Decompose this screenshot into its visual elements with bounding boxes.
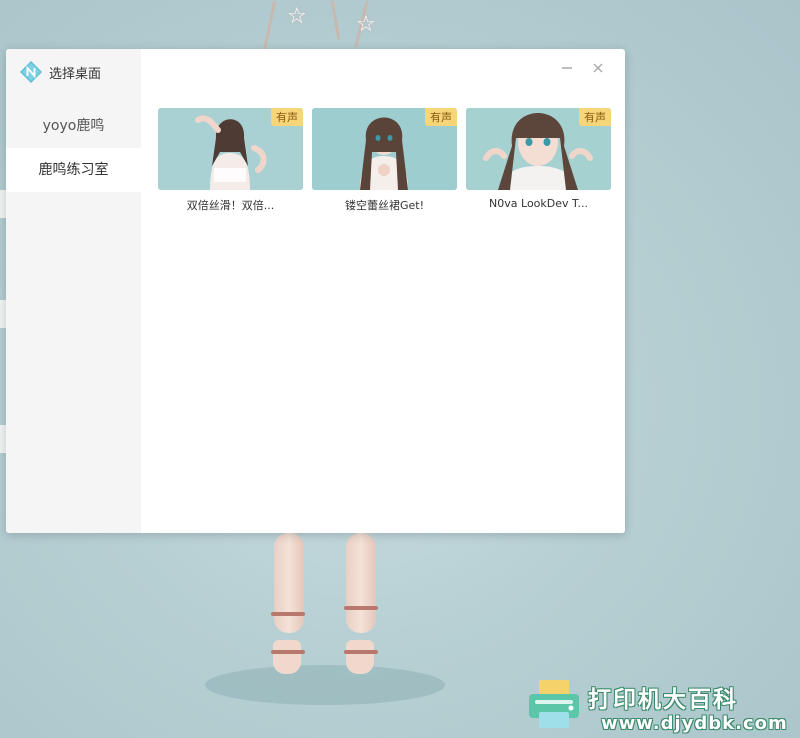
desktop-thumbnail: 有声 bbox=[466, 108, 611, 190]
desktop-card[interactable]: 有声 镂空蕾丝裙Get! bbox=[312, 108, 457, 213]
desktop-card-title: 双倍丝滑！双倍... bbox=[186, 199, 275, 212]
character-foot bbox=[346, 640, 374, 674]
sandal-strap bbox=[344, 650, 378, 654]
desktop-card-title: N0va LookDev T... bbox=[489, 197, 588, 210]
sidebar: 选择桌面 yoyo鹿鸣 鹿鸣练习室 bbox=[6, 49, 141, 533]
sandal-strap bbox=[344, 606, 378, 610]
watermark-url: www.djydbk.com bbox=[601, 713, 788, 734]
close-icon bbox=[593, 63, 603, 73]
sidebar-item-practice-room[interactable]: 鹿鸣练习室 bbox=[6, 148, 141, 192]
watermark-title: 打印机大百科 bbox=[588, 687, 738, 713]
audio-badge: 有声 bbox=[425, 108, 457, 126]
character-leg bbox=[274, 533, 304, 633]
printer-logo-icon bbox=[529, 680, 579, 728]
select-desktop-dialog: 选择桌面 yoyo鹿鸣 鹿鸣练习室 有声 双倍丝滑！双倍... 有声 镂空蕾丝裙… bbox=[6, 49, 625, 533]
minimize-button[interactable] bbox=[557, 59, 577, 79]
desktop-card-title: 镂空蕾丝裙Get! bbox=[344, 199, 424, 212]
hanging-rope bbox=[262, 0, 277, 52]
star-ornament-icon: ☆ bbox=[287, 4, 307, 29]
dialog-title: 选择桌面 bbox=[49, 66, 102, 82]
sidebar-item-label: 鹿鸣练习室 bbox=[38, 162, 109, 178]
app-logo-icon bbox=[20, 61, 42, 83]
floor-shadow bbox=[205, 665, 445, 705]
desktop-grid: 有声 双倍丝滑！双倍... 有声 镂空蕾丝裙Get! 有声 N0va LookD… bbox=[158, 108, 611, 213]
character-leg bbox=[346, 533, 376, 633]
audio-badge: 有声 bbox=[579, 108, 611, 126]
minimize-icon bbox=[562, 67, 572, 69]
sidebar-item-label: yoyo鹿鸣 bbox=[42, 118, 105, 134]
character-foot bbox=[273, 640, 301, 674]
desktop-thumbnail: 有声 bbox=[312, 108, 457, 190]
sidebar-item-yoyo-luming[interactable]: yoyo鹿鸣 bbox=[6, 104, 141, 148]
desktop-thumbnail: 有声 bbox=[158, 108, 303, 190]
hanging-rope bbox=[330, 0, 341, 40]
close-button[interactable] bbox=[588, 59, 608, 79]
sandal-strap bbox=[271, 612, 305, 616]
sandal-strap bbox=[271, 650, 305, 654]
brand: 选择桌面 bbox=[20, 61, 101, 83]
desktop-card[interactable]: 有声 N0va LookDev T... bbox=[466, 108, 611, 213]
desktop-card[interactable]: 有声 双倍丝滑！双倍... bbox=[158, 108, 303, 213]
star-ornament-icon: ☆ bbox=[356, 12, 376, 37]
audio-badge: 有声 bbox=[271, 108, 303, 126]
